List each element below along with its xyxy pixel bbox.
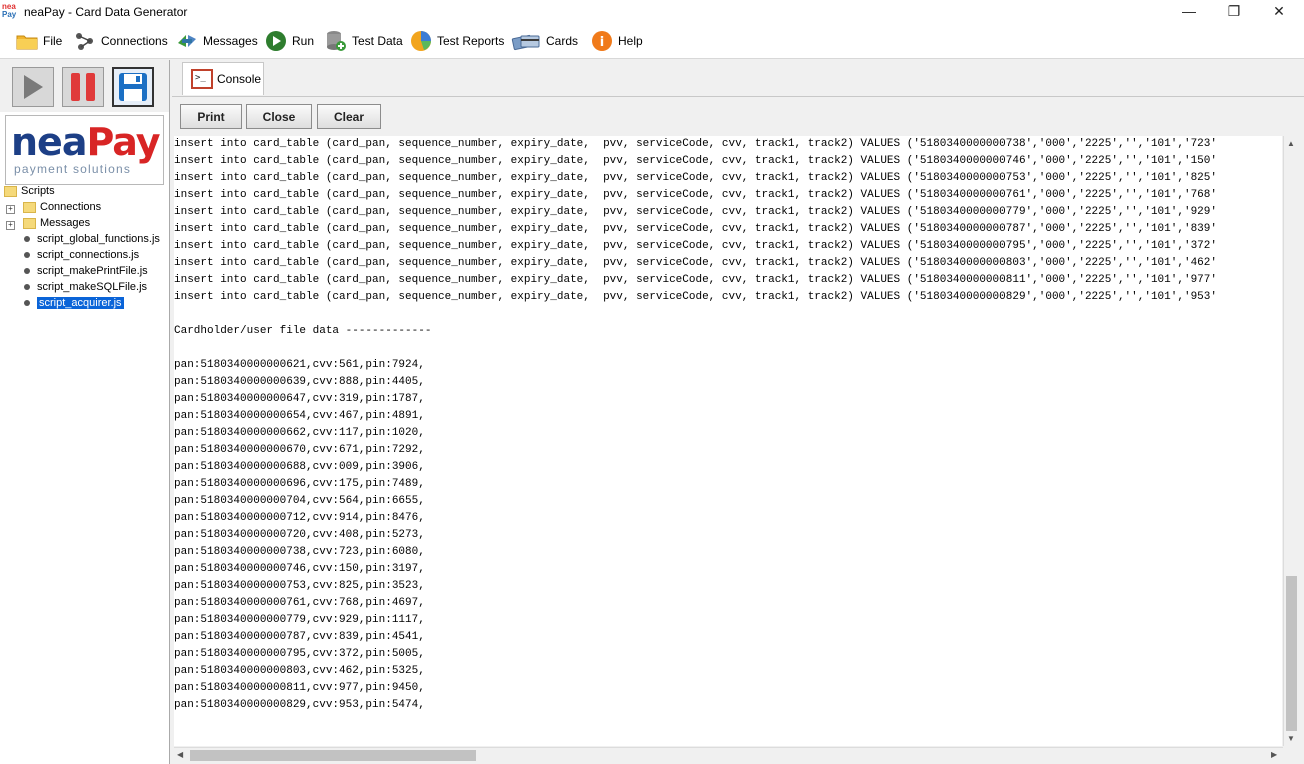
messages-icon — [176, 30, 198, 52]
tree-folder-messages[interactable]: Messages — [23, 215, 90, 231]
console-text: insert into card_table (card_pan, sequen… — [174, 138, 1217, 711]
menu-cards[interactable]: Cards — [511, 29, 578, 53]
restore-button[interactable]: ❐ — [1211, 0, 1257, 24]
menu-test-data-label: Test Data — [352, 34, 403, 48]
vertical-scroll-thumb[interactable] — [1286, 576, 1297, 731]
close-window-button[interactable]: ✕ — [1256, 0, 1302, 24]
save-button[interactable] — [112, 67, 154, 107]
menu-messages[interactable]: Messages — [176, 29, 258, 53]
menu-file[interactable]: File — [16, 29, 62, 53]
file-icon — [24, 284, 30, 290]
restore-icon: ❐ — [1227, 3, 1241, 19]
expand-connections-icon[interactable]: + — [6, 205, 15, 214]
console-button-bar: Print Close Clear — [172, 97, 1304, 134]
network-icon — [74, 30, 96, 52]
folder-icon — [23, 201, 36, 213]
menu-connections-label: Connections — [101, 34, 168, 48]
menu-bar: File Connections Messages Run Test Data … — [0, 24, 1304, 59]
menu-messages-label: Messages — [203, 34, 258, 48]
close-icon: ✕ — [1273, 3, 1285, 19]
tree-root-label: Scripts — [21, 185, 55, 197]
scroll-right-icon[interactable]: ▶ — [1271, 750, 1277, 759]
menu-file-label: File — [43, 34, 63, 48]
menu-connections[interactable]: Connections — [74, 29, 168, 53]
left-panel: neaPay payment solutions Scripts + Conne… — [0, 60, 170, 764]
play-icon — [24, 75, 43, 99]
menu-cards-label: Cards — [546, 34, 579, 48]
brand-name-part1: nea — [11, 120, 87, 164]
folder-icon — [16, 30, 38, 52]
brand-logo: neaPay payment solutions — [5, 115, 164, 185]
file-icon — [24, 268, 30, 274]
tree-file-label: script_connections.js — [37, 249, 140, 261]
console-icon: >_ — [191, 69, 213, 89]
menu-test-reports[interactable]: Test Reports — [410, 29, 504, 53]
tree-file-label: script_acquirer.js — [37, 297, 124, 309]
svg-text:i: i — [600, 35, 604, 50]
file-icon — [24, 236, 30, 242]
close-button[interactable]: Close — [246, 104, 312, 129]
tab-console-label: Console — [217, 72, 262, 86]
minimize-button[interactable]: — — [1166, 0, 1212, 24]
tab-console[interactable]: >_ Console — [182, 62, 264, 95]
help-icon: i — [591, 30, 613, 52]
run-icon — [265, 30, 287, 52]
brand-name: neaPay — [11, 120, 161, 164]
reports-icon — [410, 30, 432, 52]
tree-folder-label: Messages — [40, 217, 91, 229]
brand-tagline: payment solutions — [14, 162, 132, 176]
tree-file-label: script_makeSQLFile.js — [37, 281, 148, 293]
print-button[interactable]: Print — [180, 104, 242, 129]
title-bar: nea Pay neaPay - Card Data Generator — ❐… — [0, 0, 1304, 24]
scroll-down-icon[interactable]: ▼ — [1287, 734, 1295, 743]
vertical-scrollbar[interactable]: ▲ ▼ — [1283, 136, 1299, 746]
console-output[interactable]: insert into card_table (card_pan, sequen… — [174, 136, 1282, 746]
tree-folder-label: Connections — [40, 201, 102, 213]
menu-run[interactable]: Run — [265, 29, 314, 53]
minimize-icon: — — [1182, 3, 1196, 19]
tab-bar: >_ Console — [172, 60, 1304, 97]
folder-icon — [4, 185, 17, 197]
menu-run-label: Run — [292, 34, 315, 48]
scroll-left-icon[interactable]: ◀ — [177, 750, 183, 759]
horizontal-scrollbar[interactable]: ◀ ▶ — [174, 747, 1283, 763]
file-icon — [24, 300, 30, 306]
horizontal-scroll-thumb[interactable] — [190, 750, 476, 761]
file-icon — [24, 252, 30, 258]
cards-icon — [511, 30, 541, 52]
folder-icon — [23, 217, 36, 229]
save-icon — [119, 73, 147, 101]
expand-messages-icon[interactable]: + — [6, 221, 15, 230]
menu-test-reports-label: Test Reports — [437, 34, 505, 48]
window-title: neaPay - Card Data Generator — [24, 5, 188, 19]
tree-file-label: script_makePrintFile.js — [37, 265, 148, 277]
menu-test-data[interactable]: Test Data — [325, 29, 403, 53]
menu-help-label: Help — [618, 34, 643, 48]
app-logo-bottom-text: Pay — [2, 10, 17, 19]
pause-icon — [71, 73, 95, 101]
tree-file-selected[interactable]: script_acquirer.js — [24, 295, 124, 311]
tree-file[interactable]: script_makePrintFile.js — [24, 263, 148, 279]
tree-file-label: script_global_functions.js — [37, 233, 160, 245]
menu-help[interactable]: i Help — [591, 29, 643, 53]
play-button[interactable] — [12, 67, 54, 107]
scroll-corner — [1283, 747, 1298, 762]
database-icon — [325, 30, 347, 52]
tree-file[interactable]: script_makeSQLFile.js — [24, 279, 147, 295]
clear-button[interactable]: Clear — [317, 104, 381, 129]
tree-root-scripts[interactable]: Scripts — [4, 183, 55, 199]
script-toolbar — [0, 60, 169, 112]
app-logo-icon: nea Pay — [2, 3, 20, 21]
scroll-up-icon[interactable]: ▲ — [1287, 139, 1295, 148]
brand-name-part2: Pay — [86, 120, 160, 164]
tree-file[interactable]: script_connections.js — [24, 247, 139, 263]
tree-folder-connections[interactable]: Connections — [23, 199, 101, 215]
pause-button[interactable] — [62, 67, 104, 107]
tree-file[interactable]: script_global_functions.js — [24, 231, 160, 247]
